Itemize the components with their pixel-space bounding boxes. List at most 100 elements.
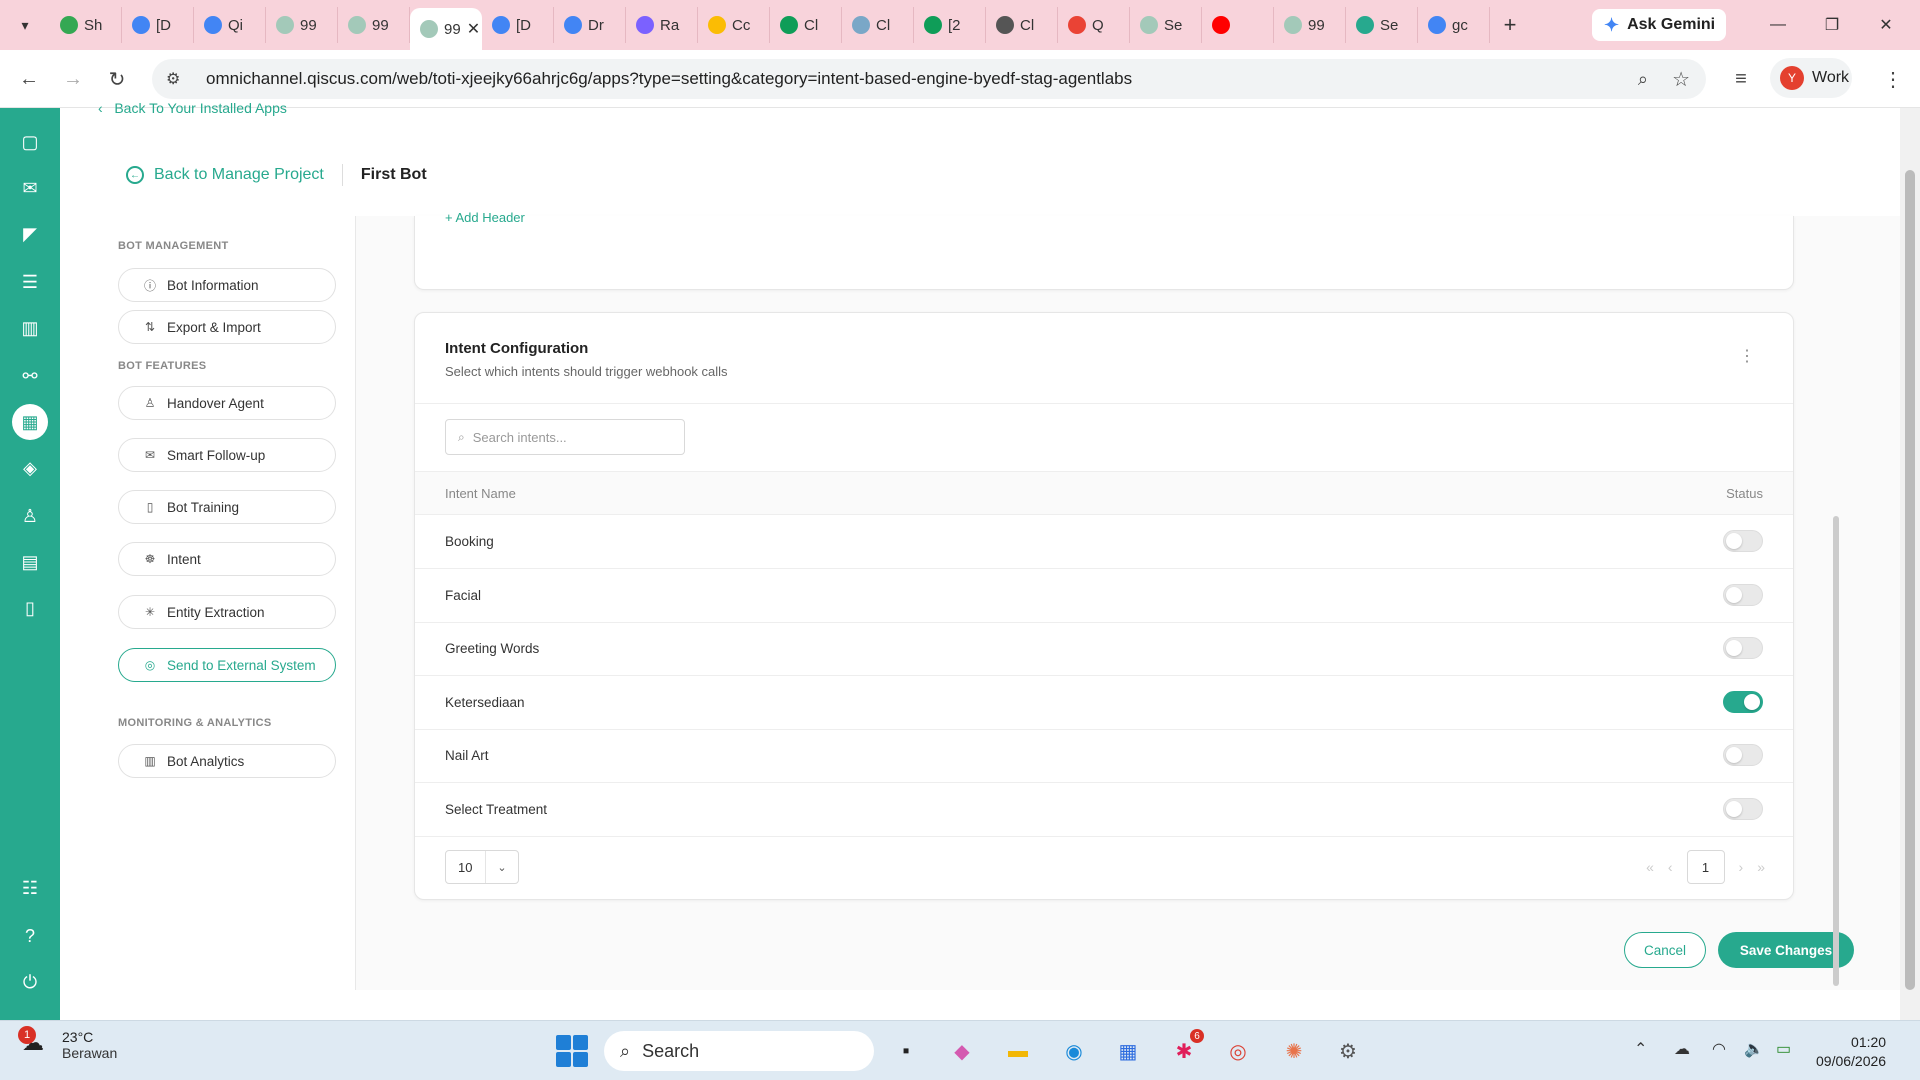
next-page-icon[interactable]: › — [1739, 859, 1744, 875]
reload-icon[interactable]: ↻ — [102, 64, 132, 94]
intent-status-toggle[interactable] — [1723, 690, 1763, 713]
last-page-icon[interactable]: » — [1757, 859, 1765, 875]
browser-tab[interactable]: Sh — [50, 7, 122, 43]
ticket-icon[interactable]: ▤ — [12, 544, 48, 580]
new-tab-button[interactable]: + — [1490, 12, 1530, 38]
browser-tab[interactable]: Dr — [554, 7, 626, 43]
minimize-button[interactable]: — — [1752, 0, 1804, 50]
more-options-icon[interactable]: ⋮ — [1739, 346, 1755, 366]
copilot-icon[interactable]: ◆ — [944, 1033, 980, 1069]
back-arrow-icon[interactable]: ← — [14, 64, 44, 94]
file-explorer-icon[interactable]: ▬ — [1000, 1033, 1036, 1069]
megaphone-icon[interactable]: ◤ — [12, 216, 48, 252]
browser-tab[interactable]: Cl — [986, 7, 1058, 43]
media-control-icon[interactable]: ≡ — [1726, 64, 1756, 94]
restore-button[interactable]: ❐ — [1806, 0, 1858, 50]
sidebar-item-smart-follow-up[interactable]: ✉ Smart Follow-up — [118, 438, 336, 472]
search-intents-input[interactable] — [472, 429, 663, 445]
sidebar-item-export-import[interactable]: ⇅ Export & Import — [118, 310, 336, 344]
prev-page-icon[interactable]: ‹ — [1668, 859, 1673, 875]
browser-tab[interactable]: 99 ✕ — [410, 8, 482, 50]
browser-tab[interactable]: Cc — [698, 7, 770, 43]
browser-tab[interactable]: Cl — [842, 7, 914, 43]
wifi-icon[interactable]: ◠ — [1712, 1039, 1726, 1059]
power-icon[interactable]: ⏻ — [12, 964, 48, 1000]
browser-tab[interactable]: [D — [482, 7, 554, 43]
intent-status-toggle[interactable] — [1723, 798, 1763, 820]
browser-tab[interactable]: 99 — [266, 7, 338, 43]
page-scrollbar[interactable] — [1900, 108, 1920, 1020]
settings-sliders-icon[interactable]: ☷ — [12, 870, 48, 906]
tab-search-icon[interactable]: ▾ — [0, 0, 50, 50]
sidebar-item-bot-information[interactable]: ⓘ Bot Information — [118, 268, 336, 302]
weather-widget[interactable]: ☁ 1 23°C Berawan — [18, 1026, 117, 1061]
browser-menu-icon[interactable]: ⋮ — [1878, 64, 1908, 94]
claude-icon[interactable]: ✺ — [1276, 1033, 1312, 1069]
intent-status-toggle[interactable] — [1723, 637, 1763, 660]
system-clock[interactable]: 01:20 09/06/2026 — [1816, 1033, 1886, 1071]
browser-tab[interactable]: Ra — [626, 7, 698, 43]
content-scrollbar-thumb[interactable] — [1833, 516, 1839, 986]
help-icon[interactable]: ? — [12, 918, 48, 954]
back-to-manage-project-link[interactable]: ← Back to Manage Project — [126, 166, 324, 184]
chat-icon[interactable]: ▢ — [12, 124, 48, 160]
sidebar-item-entity-extraction[interactable]: ✳ Entity Extraction — [118, 595, 336, 629]
windows-start-icon[interactable] — [556, 1035, 588, 1067]
browser-tab[interactable]: gc — [1418, 7, 1490, 43]
back-to-installed-apps-link[interactable]: ‹ Back To Your Installed Apps — [98, 100, 287, 116]
url-text[interactable]: omnichannel.qiscus.com/web/toti-xjeejky6… — [206, 69, 1132, 89]
zoom-icon[interactable]: ⌕ — [1638, 69, 1648, 90]
edge-icon[interactable]: ◉ — [1056, 1033, 1092, 1069]
page-size-select[interactable]: 10 ⌄ — [445, 850, 519, 884]
page-scrollbar-thumb[interactable] — [1905, 170, 1915, 990]
ask-gemini-button[interactable]: ✦ Ask Gemini — [1592, 9, 1726, 41]
bookmark-star-icon[interactable]: ☆ — [1672, 67, 1690, 92]
sidebar-item-bot-analytics[interactable]: ▥ Bot Analytics — [118, 744, 336, 778]
cancel-button[interactable]: Cancel — [1624, 932, 1706, 968]
browser-tab[interactable]: 99 — [1274, 7, 1346, 43]
browser-tab[interactable]: 99 — [338, 7, 410, 43]
current-page[interactable]: 1 — [1686, 850, 1725, 884]
store-icon[interactable]: ▦ — [1110, 1033, 1146, 1069]
add-header-button[interactable]: + Add Header — [445, 210, 525, 225]
browser-tab[interactable]: Cl — [770, 7, 842, 43]
settings-gear-icon[interactable]: ⚙ — [1330, 1033, 1366, 1069]
sidebar-item-send-to-external-system[interactable]: ◎ Send to External System — [118, 648, 336, 682]
browser-tab[interactable]: Q — [1058, 7, 1130, 43]
browser-tab[interactable]: [D — [122, 7, 194, 43]
intent-status-toggle[interactable] — [1723, 583, 1763, 606]
tray-chevron-up-icon[interactable]: ⌃ — [1634, 1039, 1647, 1059]
address-bar[interactable]: ⚙ omnichannel.qiscus.com/web/toti-xjeejk… — [152, 59, 1706, 99]
intent-search-box[interactable]: ⌕ — [445, 419, 685, 455]
agent-icon[interactable]: ♙ — [12, 498, 48, 534]
close-tab-icon[interactable]: ✕ — [467, 19, 480, 39]
analytics-icon[interactable]: ▥ — [12, 310, 48, 346]
browser-tab[interactable]: Se — [1346, 7, 1418, 43]
profile-button[interactable]: Y Work — [1770, 58, 1852, 98]
slack-icon[interactable]: ✱ 6 — [1166, 1029, 1204, 1069]
volume-icon[interactable]: 🔈 — [1744, 1039, 1764, 1059]
contacts-icon[interactable]: ☰ — [12, 264, 48, 300]
browser-tab[interactable] — [1202, 7, 1274, 43]
share-nodes-icon[interactable]: ⚯ — [12, 358, 48, 394]
mail-icon[interactable]: ✉ — [12, 170, 48, 206]
sidebar-item-handover-agent[interactable]: ♙ Handover Agent — [118, 386, 336, 420]
forward-arrow-icon[interactable]: → — [58, 64, 88, 94]
browser-tab[interactable]: Se — [1130, 7, 1202, 43]
intent-status-toggle[interactable] — [1723, 744, 1763, 767]
onedrive-off-icon[interactable]: ☁ — [1674, 1039, 1690, 1059]
site-settings-icon[interactable]: ⚙ — [166, 69, 186, 89]
mobile-icon[interactable]: ▯ — [12, 590, 48, 626]
first-page-icon[interactable]: « — [1646, 859, 1654, 875]
apps-grid-icon[interactable]: ▦ — [12, 404, 48, 440]
sidebar-item-bot-training[interactable]: ▯ Bot Training — [118, 490, 336, 524]
browser-tab[interactable]: [2 — [914, 7, 986, 43]
close-window-button[interactable]: ✕ — [1860, 0, 1912, 50]
task-view-icon[interactable]: ▪ — [888, 1033, 924, 1069]
chrome-icon[interactable]: ◎ — [1220, 1033, 1256, 1069]
browser-tab[interactable]: Qi — [194, 7, 266, 43]
taskbar-search-box[interactable]: ⌕ Search — [604, 1031, 874, 1071]
sidebar-item-intent[interactable]: ☸ Intent — [118, 542, 336, 576]
intent-status-toggle[interactable] — [1723, 530, 1763, 552]
content-scrollbar[interactable] — [1830, 216, 1842, 990]
